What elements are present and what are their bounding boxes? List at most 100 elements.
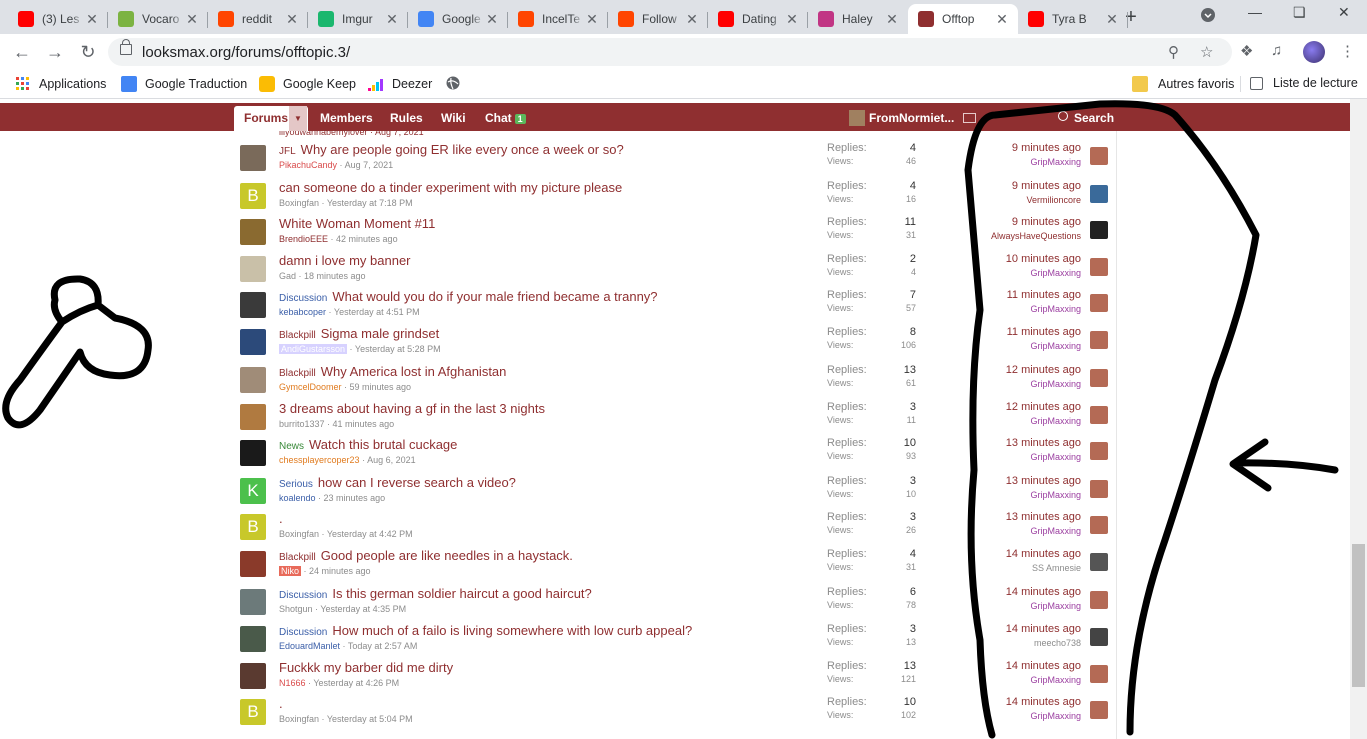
thread-title-link[interactable]: What would you do if your male friend be… xyxy=(332,289,657,304)
thread-row[interactable]: 3 dreams about having a gf in the last 3… xyxy=(234,400,1117,437)
thread-row[interactable]: Discussion Is this german soldier haircut… xyxy=(234,585,1117,622)
thread-title-link[interactable]: can someone do a tinder experiment with … xyxy=(279,180,622,195)
bookmark-star-icon[interactable]: ☆ xyxy=(1200,43,1213,61)
nav-wiki[interactable]: Wiki xyxy=(441,111,466,125)
profile-avatar[interactable] xyxy=(1303,41,1325,63)
close-window-button[interactable]: ✕ xyxy=(1338,4,1350,21)
nav-members[interactable]: Members xyxy=(320,111,373,125)
thread-title-link[interactable]: Watch this brutal cuckage xyxy=(309,437,457,452)
close-tab-icon[interactable]: ✕ xyxy=(1104,11,1120,28)
last-post-time[interactable]: 13 minutes ago xyxy=(934,437,1081,449)
browser-tab[interactable]: Vocaro ✕ xyxy=(108,4,208,34)
thread-prefix-label[interactable]: Discussion xyxy=(279,590,327,601)
close-tab-icon[interactable]: ✕ xyxy=(484,11,500,28)
nav-search[interactable]: Search xyxy=(1074,111,1114,125)
last-post-time[interactable]: 12 minutes ago xyxy=(934,401,1081,413)
last-post-user[interactable]: GripMaxxing xyxy=(934,341,1081,351)
thread-author-link[interactable]: kebabcoper xyxy=(279,307,326,317)
thread-row[interactable]: B. Boxingfan · Yesterday at 5:04 PM Replie… xyxy=(234,695,1117,732)
thread-title-link[interactable]: . xyxy=(279,511,283,526)
close-tab-icon[interactable]: ✕ xyxy=(684,11,700,28)
thread-row[interactable]: damn i love my banner Gad · 18 minutes ag… xyxy=(234,252,1117,289)
last-post-user[interactable]: GripMaxxing xyxy=(934,268,1081,278)
bookmark-reading-list[interactable]: Liste de lecture xyxy=(1250,76,1358,90)
thread-prefix-label[interactable]: Blackpill xyxy=(279,330,316,341)
thread-row[interactable]: Fuckkk my barber did me dirty N1666 · Yes… xyxy=(234,659,1117,696)
last-post-time[interactable]: 14 minutes ago xyxy=(934,586,1081,598)
thread-row[interactable]: Blackpill Good people are like needles in… xyxy=(234,547,1117,584)
thread-row[interactable]: Discussion What would you do if your male… xyxy=(234,288,1117,325)
nav-forums-tab[interactable]: Forums ▼ xyxy=(234,106,308,131)
thread-author-avatar[interactable] xyxy=(240,367,266,393)
thread-author-avatar[interactable] xyxy=(240,219,266,245)
last-poster-avatar[interactable] xyxy=(1090,591,1108,609)
last-post-user[interactable]: AlwaysHaveQuestions xyxy=(934,231,1081,241)
thread-author-avatar[interactable] xyxy=(240,292,266,318)
last-post-user[interactable]: GripMaxxing xyxy=(934,490,1081,500)
back-button[interactable]: ← xyxy=(10,40,34,64)
close-tab-icon[interactable]: ✕ xyxy=(994,11,1010,28)
last-poster-avatar[interactable] xyxy=(1090,628,1108,646)
thread-title-link[interactable]: Why are people going ER like every once … xyxy=(301,142,624,157)
thread-title-link[interactable]: White Woman Moment #11 xyxy=(279,216,435,231)
tab-search-button[interactable] xyxy=(1201,8,1215,25)
last-poster-avatar[interactable] xyxy=(1090,331,1108,349)
last-post-user[interactable]: GripMaxxing xyxy=(934,157,1081,167)
browser-tab[interactable]: reddit ✕ xyxy=(208,4,308,34)
thread-author-link[interactable]: koalendo xyxy=(279,493,316,503)
close-tab-icon[interactable]: ✕ xyxy=(384,11,400,28)
last-post-user[interactable]: GripMaxxing xyxy=(934,416,1081,426)
thread-author-avatar[interactable] xyxy=(240,589,266,615)
thread-author-avatar[interactable] xyxy=(240,551,266,577)
thread-author-link[interactable]: AndiGustarsson xyxy=(279,344,348,354)
thread-author-link[interactable]: Gad xyxy=(279,271,296,281)
thread-author-link[interactable]: Boxingfan xyxy=(279,198,319,208)
nav-user-name[interactable]: FromNormiet... xyxy=(869,111,954,125)
last-post-user[interactable]: GripMaxxing xyxy=(934,675,1081,685)
browser-tab[interactable]: Imgur ✕ xyxy=(308,4,408,34)
last-post-time[interactable]: 11 minutes ago xyxy=(934,326,1081,338)
last-poster-avatar[interactable] xyxy=(1090,369,1108,387)
thread-author-avatar[interactable]: K xyxy=(240,478,266,504)
browser-tab[interactable]: Offtop ✕ xyxy=(908,4,1018,34)
last-post-user[interactable]: GripMaxxing xyxy=(934,526,1081,536)
last-post-time[interactable]: 13 minutes ago xyxy=(934,475,1081,487)
address-bar[interactable]: looksmax.org/forums/offtopic.3/ ⚲ ☆ xyxy=(108,38,1232,66)
thread-prefix-label[interactable]: Blackpill xyxy=(279,552,316,563)
last-post-time[interactable]: 14 minutes ago xyxy=(934,623,1081,635)
close-tab-icon[interactable]: ✕ xyxy=(584,11,600,28)
thread-author-link[interactable]: burrito1337 xyxy=(279,419,325,429)
last-post-time[interactable]: 9 minutes ago xyxy=(934,216,1081,228)
thread-author-link[interactable]: Boxingfan xyxy=(279,714,319,724)
thread-row[interactable]: Discussion How much of a failo is living … xyxy=(234,622,1117,659)
thread-prefix-label[interactable]: Discussion xyxy=(279,627,327,638)
thread-author-avatar[interactable] xyxy=(240,626,266,652)
thread-row[interactable]: K Serious how can I reverse search a video… xyxy=(234,474,1117,511)
browser-tab[interactable]: Dating ✕ xyxy=(708,4,808,34)
thread-prefix-label[interactable]: Serious xyxy=(279,479,313,490)
last-poster-avatar[interactable] xyxy=(1090,701,1108,719)
thread-prefix-label[interactable]: News xyxy=(279,441,304,452)
last-post-user[interactable]: Vermilioncore xyxy=(934,195,1081,205)
last-post-user[interactable]: GripMaxxing xyxy=(934,601,1081,611)
bookmark-apps[interactable]: Applications xyxy=(15,76,106,92)
close-tab-icon[interactable]: ✕ xyxy=(184,11,200,28)
thread-title-link[interactable]: . xyxy=(279,696,283,711)
close-tab-icon[interactable]: ✕ xyxy=(784,11,800,28)
thread-title-link[interactable]: how can I reverse search a video? xyxy=(318,475,516,490)
chevron-down-icon[interactable]: ▼ xyxy=(289,106,307,131)
thread-author-link[interactable]: PikachuCandy xyxy=(279,160,337,170)
last-poster-avatar[interactable] xyxy=(1090,480,1108,498)
browser-tab[interactable]: Google ✕ xyxy=(408,4,508,34)
bookmark-google-traduction[interactable]: Google Traduction xyxy=(121,76,247,92)
thread-prefix-label[interactable]: Discussion xyxy=(279,293,327,304)
thread-title-link[interactable]: Sigma male grindset xyxy=(321,326,440,341)
browser-tab[interactable]: (3) Les ✕ xyxy=(8,4,108,34)
thread-row[interactable]: JFL Why are people going ER like every on… xyxy=(234,141,1117,178)
url-text[interactable]: looksmax.org/forums/offtopic.3/ xyxy=(142,44,350,61)
mail-icon[interactable] xyxy=(963,113,976,123)
thread-title-link[interactable]: damn i love my banner xyxy=(279,253,411,268)
close-tab-icon[interactable]: ✕ xyxy=(284,11,300,28)
last-poster-avatar[interactable] xyxy=(1090,553,1108,571)
thread-row[interactable]: News Watch this brutal cuckage chessplayer… xyxy=(234,436,1117,473)
